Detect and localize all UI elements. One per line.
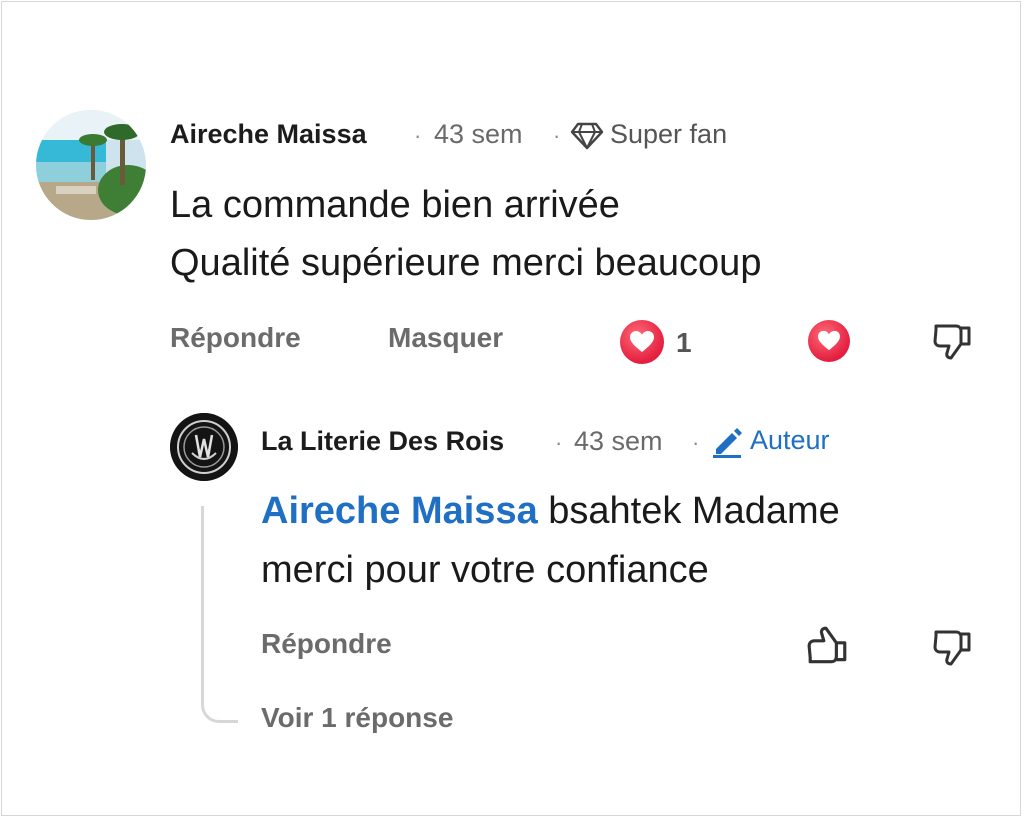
hide-button[interactable]: Masquer — [388, 322, 503, 354]
love-button-icon[interactable] — [808, 320, 850, 362]
reply-button[interactable]: Répondre — [170, 322, 301, 354]
reply-text-line-1: Aireche Maissa bsahtek Madame — [261, 482, 840, 540]
commenter-avatar[interactable] — [36, 110, 146, 220]
thumbs-down-icon[interactable] — [932, 320, 974, 367]
reply-text-rest: bsahtek Madame — [537, 490, 840, 532]
comment-time: 43 sem — [434, 119, 523, 149]
meta-separator: · — [555, 430, 563, 455]
thumbs-up-icon[interactable] — [806, 624, 850, 673]
reply-text-line-2: merci pour votre confiance — [261, 549, 709, 591]
view-replies-link[interactable]: Voir 1 réponse — [261, 702, 453, 734]
author-badge: Auteur — [750, 425, 830, 455]
commenter-name[interactable]: Aireche Maissa — [170, 119, 367, 150]
comment-text-line-2: Qualité supérieure merci beaucoup — [170, 242, 762, 284]
reply-reply-button[interactable]: Répondre — [261, 628, 392, 660]
meta-separator: · — [692, 430, 700, 455]
mention-link[interactable]: Aireche Maissa — [261, 490, 538, 532]
page-avatar[interactable] — [170, 413, 238, 481]
page-name[interactable]: La Literie Des Rois — [261, 426, 504, 457]
meta-separator: · — [414, 123, 422, 148]
diamond-icon — [570, 121, 604, 156]
meta-separator: · — [553, 123, 561, 148]
super-fan-badge: Super fan — [610, 119, 728, 149]
thumbs-down-icon[interactable] — [932, 626, 974, 673]
reaction-count: 1 — [676, 327, 692, 358]
pencil-icon — [710, 425, 744, 464]
reply-time: 43 sem — [574, 426, 663, 456]
comment-text-line-1: La commande bien arrivée — [170, 184, 620, 226]
heart-reaction-icon[interactable] — [620, 320, 664, 364]
thread-connector — [201, 506, 238, 723]
